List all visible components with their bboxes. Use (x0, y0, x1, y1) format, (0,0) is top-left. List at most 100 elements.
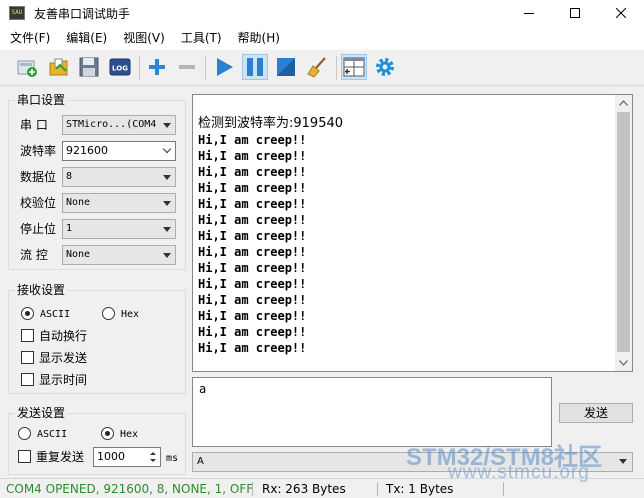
receive-ascii-radio[interactable] (21, 307, 34, 320)
window-title: 友善串口调试助手 (34, 6, 131, 21)
port-label: 串 口 (20, 118, 48, 132)
send-hex-radio[interactable] (101, 427, 114, 440)
scroll-up-icon[interactable] (619, 100, 628, 106)
menu-help[interactable]: 帮助(H) (230, 26, 288, 50)
clear-button[interactable] (304, 54, 330, 80)
pause-button[interactable] (242, 54, 268, 80)
repeat-interval-input[interactable]: 1000 (93, 447, 161, 467)
baud-value: 921600 (66, 144, 108, 157)
list-item: Hi,I am creep!! (198, 149, 307, 163)
repeat-send-label: 重复发送 (36, 450, 85, 464)
group-title: 接收设置 (15, 283, 68, 297)
close-button[interactable] (598, 0, 644, 26)
flow-control-select[interactable]: None (62, 245, 176, 265)
parity-select[interactable]: None (62, 193, 176, 213)
vertical-scrollbar[interactable] (615, 95, 632, 371)
layout-button[interactable] (341, 54, 367, 80)
window-controls (506, 0, 644, 26)
maximize-button[interactable] (552, 0, 598, 26)
stop-icon (277, 58, 295, 76)
save-button[interactable] (76, 54, 102, 80)
new-session-icon (17, 60, 37, 77)
gear-icon (376, 58, 394, 76)
toolbar-separator (336, 56, 337, 80)
list-item: Hi,I am creep!! (198, 277, 307, 291)
port-select[interactable]: STMicro...(COM4 (62, 115, 176, 135)
dropdown-arrow-icon (619, 459, 627, 464)
menu-edit[interactable]: 编辑(E) (58, 26, 115, 50)
dropdown-arrow-icon (163, 253, 171, 258)
receive-textarea[interactable]: 检测到波特率为:919540 Hi,I am creep!! Hi,I am c… (192, 94, 633, 372)
remove-button[interactable] (174, 54, 200, 80)
plus-icon (149, 59, 165, 75)
broom-icon (307, 57, 326, 78)
parity-value: None (66, 197, 91, 208)
send-ascii-radio[interactable] (18, 427, 31, 440)
scrollbar-thumb[interactable] (617, 112, 630, 352)
menu-file[interactable]: 文件(F) (2, 26, 58, 50)
repeat-interval-value: 1000 (97, 450, 125, 463)
tx-counter: Tx: 1 Bytes (386, 482, 454, 496)
repeat-send-checkbox[interactable] (18, 450, 31, 463)
stop-button[interactable] (273, 54, 299, 80)
title-bar: SAU 友善串口调试助手 (0, 0, 644, 26)
save-disk-icon (79, 57, 99, 77)
menu-view[interactable]: 视图(V) (115, 26, 173, 50)
stopbits-select[interactable]: 1 (62, 219, 176, 239)
menu-bar: 文件(F) 编辑(E) 视图(V) 工具(T) 帮助(H) (0, 26, 644, 50)
close-icon (616, 8, 626, 18)
databits-label: 数据位 (20, 170, 57, 184)
auto-newline-label: 自动换行 (39, 329, 88, 343)
scroll-down-icon[interactable] (619, 360, 628, 366)
play-button[interactable] (211, 54, 237, 80)
minimize-button[interactable] (506, 0, 552, 26)
dropdown-arrow-icon (163, 201, 171, 206)
toolbar-separator (205, 56, 206, 80)
open-folder-icon (49, 58, 68, 76)
group-title: 串口设置 (15, 93, 68, 107)
receive-settings-group: 接收设置 (8, 283, 186, 394)
flow-label: 流 控 (20, 248, 48, 262)
toolbar-separator (139, 56, 140, 80)
list-item: Hi,I am creep!! (198, 245, 307, 259)
log-button[interactable]: LOG (107, 54, 133, 80)
minus-icon (179, 65, 195, 69)
send-button[interactable]: 发送 (559, 403, 633, 423)
list-item: Hi,I am creep!! (198, 181, 307, 195)
databits-select[interactable]: 8 (62, 167, 176, 187)
auto-newline-checkbox[interactable] (21, 329, 34, 342)
send-ascii-label: ASCII (37, 429, 68, 440)
list-item: Hi,I am creep!! (198, 325, 307, 339)
dropdown-arrow-icon (163, 227, 171, 232)
list-item: Hi,I am creep!! (198, 309, 307, 323)
new-session-button[interactable] (14, 54, 40, 80)
open-file-button[interactable] (46, 54, 72, 80)
baud-detect-line: 检测到波特率为:919540 (198, 116, 344, 131)
stopbits-value: 1 (66, 223, 73, 234)
receive-hex-radio[interactable] (102, 307, 115, 320)
show-time-checkbox[interactable] (21, 373, 34, 386)
maximize-icon (570, 8, 580, 18)
spin-arrows-icon[interactable] (148, 450, 158, 464)
stopbits-label: 停止位 (20, 222, 57, 236)
dropdown-arrow-icon (163, 123, 171, 128)
parity-label: 校验位 (20, 196, 57, 210)
rx-counter: Rx: 263 Bytes (262, 482, 346, 496)
add-button[interactable] (144, 54, 170, 80)
menu-tools[interactable]: 工具(T) (173, 26, 230, 50)
send-history-value: A (197, 456, 204, 467)
receive-hex-label: Hex (121, 309, 140, 320)
show-send-checkbox[interactable] (21, 351, 34, 364)
list-item: Hi,I am creep!! (198, 341, 307, 355)
pause-icon (247, 58, 263, 76)
receive-content: 检测到波特率为:919540 Hi,I am creep!! Hi,I am c… (198, 115, 343, 356)
show-send-label: 显示发送 (39, 351, 88, 365)
port-value: STMicro...(COM4 (66, 119, 157, 130)
window-layout-icon (343, 57, 365, 77)
svg-text:LOG: LOG (112, 65, 128, 73)
chevron-down-icon (162, 144, 172, 154)
toolbar: LOG (0, 50, 644, 86)
baud-rate-select[interactable]: 921600 (62, 141, 176, 161)
app-logo-icon: SAU (9, 6, 25, 20)
settings-button[interactable] (372, 54, 398, 80)
